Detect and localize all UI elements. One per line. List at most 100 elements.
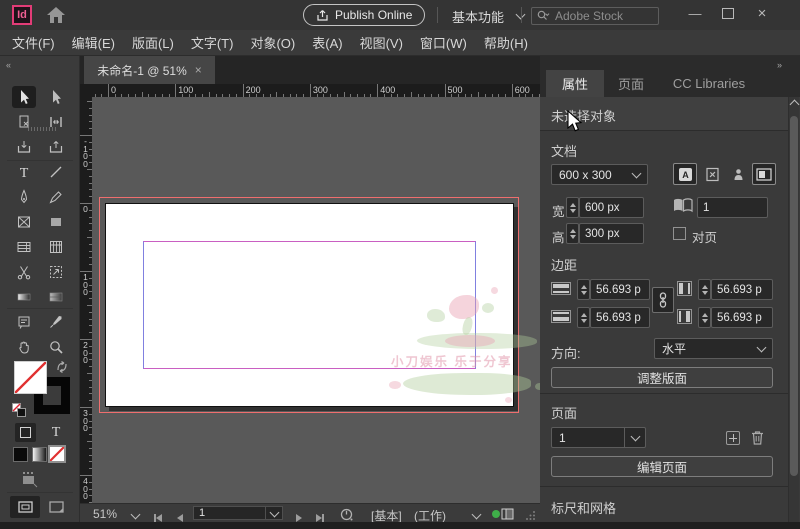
- tool-gradient[interactable]: [12, 286, 36, 308]
- default-fill-stroke-icon[interactable]: [12, 403, 26, 417]
- tool-selection[interactable]: [12, 86, 36, 108]
- tool-vertical-grid[interactable]: [44, 236, 68, 258]
- horizontal-ruler[interactable]: 0100200300400500600: [92, 84, 540, 97]
- margin-top-field[interactable]: 56.693 p: [590, 279, 650, 300]
- tool-content-collector[interactable]: [12, 136, 36, 158]
- facing-pages-checkbox[interactable]: [673, 227, 686, 240]
- margin-right-field[interactable]: 56.693 p: [711, 307, 773, 328]
- search-input[interactable]: Adobe Stock: [531, 7, 659, 25]
- margin-right-stepper[interactable]: [698, 307, 711, 328]
- menu-item-2[interactable]: 编辑(E): [72, 33, 115, 52]
- menu-item-8[interactable]: 窗口(W): [420, 33, 467, 52]
- publish-online-button[interactable]: Publish Online: [303, 4, 425, 26]
- tab-pages[interactable]: 页面: [604, 70, 658, 97]
- window-maximize-button[interactable]: [714, 3, 742, 23]
- tool-gap[interactable]: [44, 111, 68, 133]
- height-stepper[interactable]: [566, 223, 579, 244]
- page-count-field[interactable]: 1: [697, 197, 768, 218]
- view-options-icon[interactable]: [19, 471, 39, 488]
- page-list-chevron-icon[interactable]: [265, 507, 282, 519]
- orientation-dropdown[interactable]: 水平: [654, 338, 773, 359]
- tool-pencil[interactable]: [44, 186, 68, 208]
- window-close-button[interactable]: ×: [748, 3, 776, 23]
- menu-item-7[interactable]: 视图(V): [360, 33, 403, 52]
- tool-hand[interactable]: [12, 336, 36, 358]
- margin-left-stepper[interactable]: [698, 279, 711, 300]
- tool-line[interactable]: [44, 161, 68, 183]
- adjust-layout-button[interactable]: 调整版面: [551, 367, 773, 388]
- tool-rectangle[interactable]: [44, 211, 68, 233]
- height-field[interactable]: 300 px: [579, 223, 644, 244]
- tab-close-icon[interactable]: ×: [195, 63, 202, 77]
- tool-content-placer[interactable]: [44, 136, 68, 158]
- format-text-button[interactable]: T: [46, 423, 66, 442]
- apply-none-button[interactable]: [48, 445, 66, 463]
- intent-landscape-button[interactable]: [752, 163, 776, 185]
- preflight-gauge-icon[interactable]: [340, 508, 353, 521]
- tool-direct-selection[interactable]: [44, 86, 68, 108]
- canvas-viewport[interactable]: 小刀娱乐 乐于分享: [92, 97, 540, 503]
- page-dropdown-chevron-icon[interactable]: [624, 428, 645, 447]
- zoom-level[interactable]: 51%: [93, 507, 117, 521]
- tool-pen[interactable]: [12, 186, 36, 208]
- maximize-icon: [722, 8, 734, 19]
- menu-item-5[interactable]: 对象(O): [250, 33, 295, 52]
- fill-swatch-none[interactable]: [14, 361, 47, 394]
- ruler-origin-box[interactable]: [80, 84, 92, 97]
- workspace-switcher[interactable]: 基本功能: [452, 7, 504, 26]
- facing-pages-label: 对页: [692, 227, 717, 246]
- tab-properties[interactable]: 属性: [546, 70, 604, 97]
- apply-gradient-button[interactable]: [32, 447, 47, 462]
- width-stepper[interactable]: [566, 197, 579, 218]
- tool-gradient-feather[interactable]: [44, 286, 68, 308]
- expand-panel-icon[interactable]: »: [777, 60, 781, 70]
- swap-fill-stroke-icon[interactable]: [55, 360, 69, 374]
- tool-type[interactable]: T: [12, 161, 36, 183]
- intent-a-button[interactable]: A: [673, 163, 697, 185]
- margin-bottom-stepper[interactable]: [577, 307, 590, 328]
- menu-item-6[interactable]: 表(A): [312, 33, 342, 52]
- document-preset-dropdown[interactable]: 600 x 300: [551, 164, 648, 185]
- document-tab[interactable]: 未命名-1 @ 51% ×: [84, 56, 215, 84]
- link-margins-button[interactable]: [652, 287, 674, 313]
- tool-page[interactable]: [12, 111, 36, 133]
- margin-left-field[interactable]: 56.693 p: [711, 279, 773, 300]
- tool-eyedropper[interactable]: [44, 311, 68, 333]
- menu-item-9[interactable]: 帮助(H): [484, 33, 528, 52]
- preflight-status-icon[interactable]: [492, 508, 514, 520]
- menu-item-3[interactable]: 版面(L): [132, 33, 174, 52]
- tool-note[interactable]: [12, 311, 36, 333]
- apply-color-button[interactable]: [13, 447, 28, 462]
- portrait-icon: [731, 167, 746, 182]
- width-field[interactable]: 600 px: [579, 197, 644, 218]
- tab-cc-libraries[interactable]: CC Libraries: [658, 70, 760, 97]
- panel-scrollbar-thumb[interactable]: [790, 116, 798, 476]
- screen-mode-preview-button[interactable]: [45, 498, 67, 516]
- intent-export-button[interactable]: [700, 163, 724, 185]
- format-container-button[interactable]: [15, 423, 36, 442]
- home-icon[interactable]: [45, 5, 67, 25]
- intent-mobile-button[interactable]: [726, 163, 750, 185]
- margin-bottom-field[interactable]: 56.693 p: [590, 307, 650, 328]
- current-page-dropdown[interactable]: 1: [551, 427, 646, 448]
- preflight-chevron-icon[interactable]: [472, 510, 482, 520]
- menu-item-4[interactable]: 文字(T): [191, 33, 234, 52]
- tool-scissors[interactable]: [12, 261, 36, 283]
- tool-frame[interactable]: [12, 211, 36, 233]
- zoom-chevron-icon[interactable]: [131, 510, 141, 520]
- scroll-up-icon[interactable]: [790, 100, 800, 110]
- tool-free-transform[interactable]: [44, 261, 68, 283]
- tool-horizontal-grid[interactable]: [12, 236, 36, 258]
- margin-top-stepper[interactable]: [577, 279, 590, 300]
- screen-mode-normal-button[interactable]: [10, 496, 40, 518]
- vertical-ruler[interactable]: - 1 0 001 0 02 0 03 0 04 0 0: [80, 97, 92, 503]
- add-page-button[interactable]: [726, 431, 740, 445]
- collapse-tools-icon[interactable]: «: [6, 60, 10, 70]
- menu-item-1[interactable]: 文件(F): [12, 33, 55, 52]
- page-number-field[interactable]: 1: [193, 506, 283, 520]
- delete-page-button[interactable]: [751, 430, 764, 445]
- window-minimize-button[interactable]: —: [681, 3, 709, 23]
- edit-pages-button[interactable]: 编辑页面: [551, 456, 773, 477]
- resize-grip-icon[interactable]: [526, 510, 536, 520]
- tool-zoom[interactable]: [44, 336, 68, 358]
